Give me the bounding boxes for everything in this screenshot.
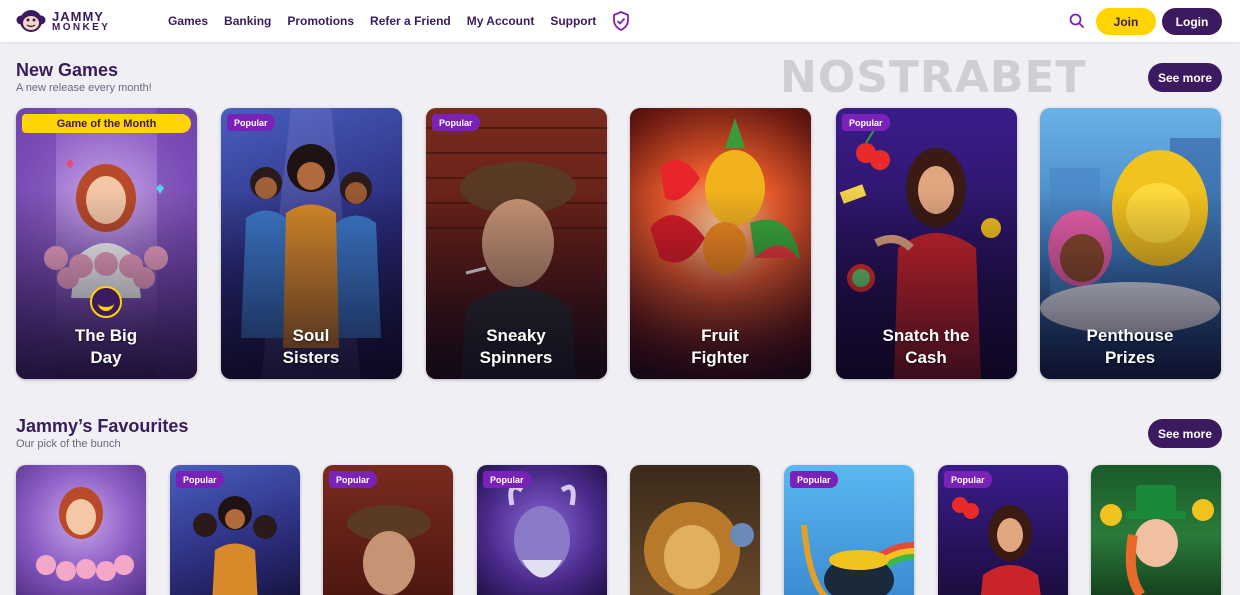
popular-badge: Popular [329, 471, 377, 488]
game-art [1091, 465, 1221, 595]
nav-support[interactable]: Support [542, 14, 604, 28]
popular-badge: Popular [842, 114, 890, 131]
nav-banking[interactable]: Banking [216, 14, 279, 28]
nav-refer-a-friend[interactable]: Refer a Friend [362, 14, 459, 28]
popular-badge: Popular [176, 471, 224, 488]
favourite-card[interactable] [1091, 465, 1221, 595]
favourite-card[interactable]: Popular [784, 465, 914, 595]
game-title: Soul Sisters [282, 326, 340, 367]
favourite-card[interactable]: Popular [323, 465, 453, 595]
game-card-soul-sisters[interactable]: Popular Soul Sisters [221, 108, 402, 379]
popular-badge: Popular [227, 114, 275, 131]
favourites-subtitle: Our pick of the bunch [16, 438, 121, 450]
popular-badge: Popular [432, 114, 480, 131]
popular-badge: Popular [483, 471, 531, 488]
login-button[interactable]: Login [1162, 8, 1222, 35]
game-title: Fruit Fighter [691, 326, 749, 367]
site-header: JAMMY MONKEY Games Banking Promotions Re… [0, 0, 1240, 42]
favourite-card[interactable]: Popular [170, 465, 300, 595]
game-card-snatch-the-cash[interactable]: Popular Snatch the Cash [836, 108, 1017, 379]
favourites-see-more-button[interactable]: See more [1148, 419, 1222, 448]
shield-check-icon[interactable] [612, 11, 630, 31]
game-card-sneaky-spinners[interactable]: Popular Sneaky Spinners [426, 108, 607, 379]
brand-line-2: MONKEY [52, 21, 111, 33]
nav-my-account[interactable]: My Account [459, 14, 543, 28]
game-title: The Big Day [74, 326, 138, 367]
nav-promotions[interactable]: Promotions [279, 14, 362, 28]
popular-badge: Popular [790, 471, 838, 488]
game-of-the-month-badge: Game of the Month [22, 114, 191, 133]
banana-icon [90, 286, 122, 318]
join-button[interactable]: Join [1096, 8, 1156, 35]
game-title: Snatch the Cash [882, 326, 970, 367]
game-title: Penthouse Prizes [1086, 326, 1174, 367]
leprechaun-thumb [1100, 485, 1214, 595]
game-card-the-big-day[interactable]: Game of the Month The Big Day [16, 108, 197, 379]
lion-thumb [644, 502, 754, 595]
bride-thumb [36, 487, 134, 581]
game-card-fruit-fighter[interactable]: Fruit Fighter [630, 108, 811, 379]
favourites-title: Jammy’s Favourites [16, 416, 189, 436]
favourite-card[interactable]: Popular [477, 465, 607, 595]
main-nav: Games Banking Promotions Refer a Friend … [160, 0, 630, 42]
monkey-logo-icon [16, 10, 46, 32]
brand-logo[interactable]: JAMMY MONKEY [16, 8, 110, 34]
favourite-card[interactable] [16, 465, 146, 595]
watermark: NOSTRABET [780, 52, 1087, 103]
game-title: Sneaky Spinners [479, 326, 553, 367]
new-games-title: New Games [16, 60, 119, 80]
favourite-card[interactable] [630, 465, 760, 595]
game-art [16, 465, 146, 595]
new-games-see-more-button[interactable]: See more [1148, 63, 1222, 92]
nav-games[interactable]: Games [160, 14, 216, 28]
search-icon[interactable] [1068, 12, 1086, 30]
brand-name: JAMMY MONKEY [52, 10, 110, 33]
new-games-subtitle: A new release every month! [16, 82, 152, 94]
game-card-penthouse-prizes[interactable]: Penthouse Prizes [1040, 108, 1221, 379]
popular-badge: Popular [944, 471, 992, 488]
brand-line-1: JAMMY [52, 8, 104, 24]
favourite-card[interactable]: Popular [938, 465, 1068, 595]
game-art [630, 465, 760, 595]
